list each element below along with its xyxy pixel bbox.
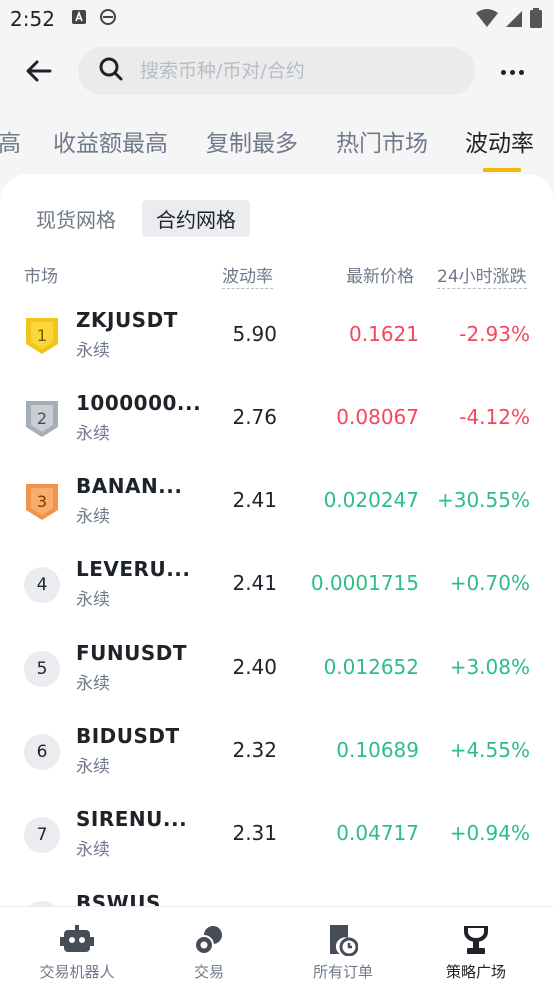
contract-type: 永续 <box>76 341 110 361</box>
contract-type: 永续 <box>76 590 110 610</box>
market-symbol: BANAN... <box>76 474 183 498</box>
volatility-value: 2.41 <box>232 571 277 595</box>
last-price: 0.1621 <box>349 322 419 346</box>
svg-text:2: 2 <box>37 409 47 428</box>
change-24h: +30.55% <box>436 488 530 512</box>
nav-strategy-square[interactable]: 策略广场 <box>407 907 545 984</box>
contract-type: 永续 <box>76 674 110 694</box>
tab-highest-partial[interactable]: 高 <box>0 124 21 158</box>
tab-hot-markets[interactable]: 热门市场 <box>336 124 428 158</box>
last-price: 0.04717 <box>336 821 419 845</box>
top-bar <box>0 44 554 100</box>
rank-badge: 7 <box>24 817 60 853</box>
last-price: 0.012652 <box>323 655 419 679</box>
svg-text:3: 3 <box>37 492 47 511</box>
search-box[interactable] <box>78 47 475 95</box>
wifi-icon <box>476 8 498 28</box>
volatility-value: 2.32 <box>232 738 277 762</box>
search-input[interactable] <box>140 60 440 82</box>
nav-label: 交易机器人 <box>39 963 115 981</box>
trade-icon <box>194 923 224 957</box>
column-header-market: 市场 <box>24 267 58 287</box>
market-symbol: 1000000... <box>76 391 202 415</box>
table-row[interactable]: 5 FUNUSDT 永续 2.40 0.012652 +3.08% <box>0 635 554 715</box>
more-options-button[interactable] <box>498 58 526 86</box>
market-symbol: ZKJUSDT <box>76 308 178 332</box>
tab-volatility[interactable]: 波动率 <box>465 124 534 158</box>
trophy-icon <box>460 923 492 957</box>
last-price: 0.0001715 <box>310 571 419 595</box>
change-24h: -2.93% <box>459 322 530 346</box>
contract-type: 永续 <box>76 424 110 444</box>
volatility-value: 2.41 <box>232 488 277 512</box>
column-header-24h-change[interactable]: 24小时涨跌 <box>437 262 527 289</box>
grid-type-tabs: 现货网格 合约网格 <box>22 200 250 237</box>
status-time: 2:52 <box>10 7 55 31</box>
change-24h: +0.94% <box>449 821 530 845</box>
nav-label: 所有订单 <box>312 963 373 981</box>
table-row[interactable]: 2 1000000... 永续 2.76 0.08067 -4.12% <box>0 385 554 465</box>
tab-most-copied[interactable]: 复制最多 <box>206 124 298 158</box>
volatility-value: 2.40 <box>232 655 277 679</box>
table-row[interactable]: 1 ZKJUSDT 永续 5.90 0.1621 -2.93% <box>0 302 554 382</box>
change-24h: +3.08% <box>449 655 530 679</box>
battery-icon <box>530 8 542 28</box>
change-24h: +4.55% <box>449 738 530 762</box>
nav-trading-bots[interactable]: 交易机器人 <box>8 907 146 984</box>
volatility-value: 5.90 <box>232 322 277 346</box>
nav-all-orders[interactable]: 所有订单 <box>274 907 412 984</box>
rank-badge: 4 <box>24 567 60 603</box>
tab-futures-grid[interactable]: 合约网格 <box>142 200 250 237</box>
back-button[interactable] <box>22 54 56 88</box>
contract-type: 永续 <box>76 757 110 777</box>
contract-type: 永续 <box>76 507 110 527</box>
gold-medal-icon: 1 <box>24 316 60 356</box>
rank-badge: 6 <box>24 734 60 770</box>
active-tab-indicator <box>483 168 521 172</box>
more-dot <box>509 69 515 75</box>
bronze-medal-icon: 3 <box>24 482 60 522</box>
signal-icon <box>504 8 524 28</box>
category-tabs: 高 收益额最高 复制最多 热门市场 波动率 <box>0 112 554 172</box>
more-dot <box>518 69 524 75</box>
search-icon <box>98 56 124 86</box>
more-dot <box>500 69 506 75</box>
volatility-value: 2.31 <box>232 821 277 845</box>
nav-trade[interactable]: 交易 <box>140 907 278 984</box>
last-price: 0.10689 <box>336 738 419 762</box>
bottom-navigation: 交易机器人 交易 所有订单 策略广场 <box>0 906 554 984</box>
table-row[interactable]: 7 SIRENU... 永续 2.31 0.04717 +0.94% <box>0 801 554 881</box>
change-24h: -4.12% <box>459 405 530 429</box>
tab-highest-profit[interactable]: 收益额最高 <box>53 124 168 158</box>
market-symbol: BIDUSDT <box>76 724 180 748</box>
market-symbol: FUNUSDT <box>76 641 188 665</box>
ranking-card: 现货网格 合约网格 市场 波动率 最新价格 24小时涨跌 1 ZKJUSDT 永… <box>0 174 554 914</box>
market-symbol: SIRENU... <box>76 807 188 831</box>
svg-text:1: 1 <box>37 326 47 345</box>
table-row[interactable]: 3 BANAN... 永续 2.41 0.020247 +30.55% <box>0 468 554 548</box>
column-header-last-price[interactable]: 最新价格 <box>346 262 414 287</box>
orders-icon <box>328 923 358 957</box>
app-notification-icon <box>71 9 87 29</box>
nav-label: 策略广场 <box>445 963 506 981</box>
column-header-volatility[interactable]: 波动率 <box>222 262 273 289</box>
status-bar: 2:52 <box>0 0 554 38</box>
robot-icon <box>60 923 94 957</box>
change-24h: +0.70% <box>449 571 530 595</box>
volatility-value: 2.76 <box>232 405 277 429</box>
rank-badge: 5 <box>24 651 60 687</box>
last-price: 0.020247 <box>323 488 419 512</box>
contract-type: 永续 <box>76 840 110 860</box>
browser-notification-icon <box>99 8 117 30</box>
arrow-left-icon <box>26 60 52 82</box>
silver-medal-icon: 2 <box>24 399 60 439</box>
last-price: 0.08067 <box>336 405 419 429</box>
market-symbol: LEVERU... <box>76 557 191 581</box>
table-row[interactable]: 4 LEVERU... 永续 2.41 0.0001715 +0.70% <box>0 551 554 631</box>
nav-label: 交易 <box>193 963 224 981</box>
tab-spot-grid[interactable]: 现货网格 <box>22 200 130 237</box>
table-row[interactable]: 6 BIDUSDT 永续 2.32 0.10689 +4.55% <box>0 718 554 798</box>
